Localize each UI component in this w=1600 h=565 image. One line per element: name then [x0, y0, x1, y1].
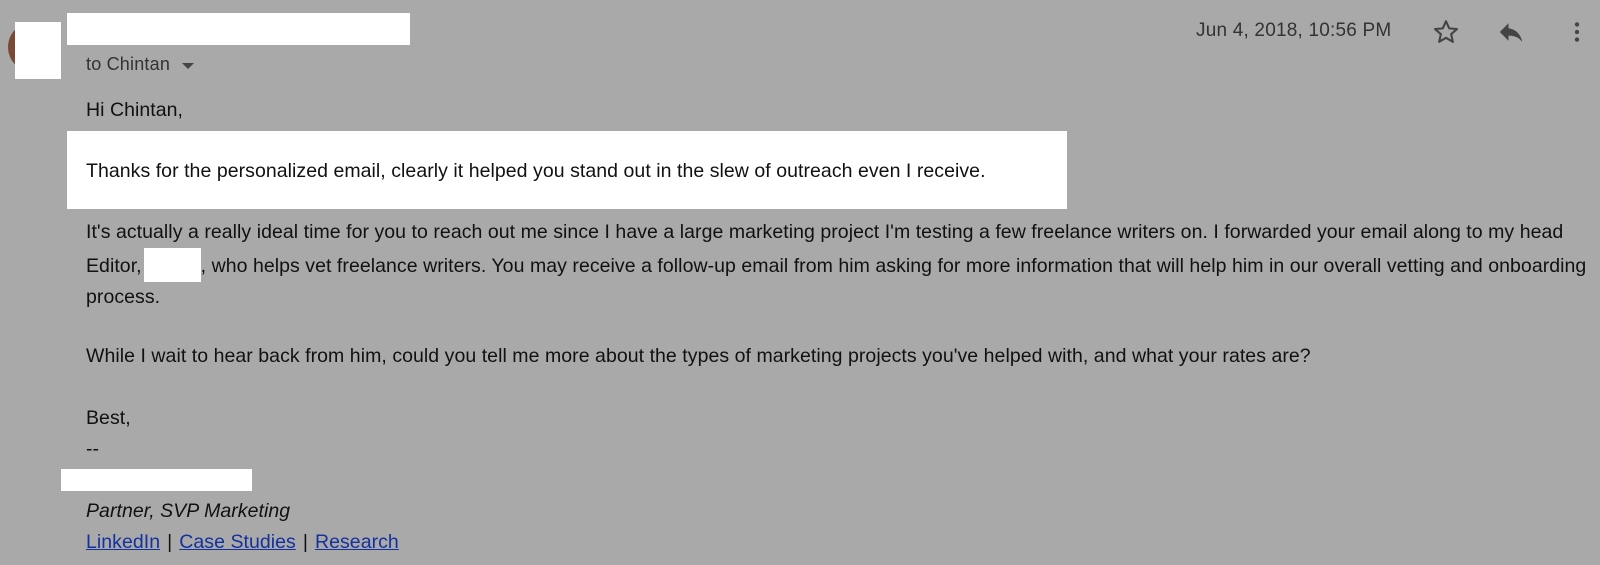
caret-down-icon[interactable] [182, 62, 195, 69]
paragraph-forwarded: It's actually a really ideal time for yo… [86, 217, 1598, 313]
signature-separator: -- [86, 438, 100, 460]
link-separator: | [167, 531, 173, 553]
more-vert-icon[interactable] [1559, 14, 1595, 50]
reply-icon[interactable] [1493, 14, 1529, 50]
linkedin-link[interactable]: LinkedIn [86, 531, 160, 553]
paragraph-question: While I wait to hear back from him, coul… [86, 345, 1311, 367]
signature-links: LinkedIn | Case Studies | Research [86, 527, 399, 558]
email-message: to Chintan Jun 4, 2018, 10:56 PM Hi Chin… [0, 0, 1600, 565]
case-studies-link[interactable]: Case Studies [179, 531, 296, 553]
signature-title: Partner, SVP Marketing [86, 500, 291, 522]
recipient-details-toggle[interactable]: to Chintan [86, 54, 195, 75]
paragraph2-part2: , who helps vet freelance writers. You m… [86, 255, 1587, 308]
link-separator: | [302, 531, 308, 553]
signoff: Best, [86, 407, 131, 429]
research-link[interactable]: Research [315, 531, 399, 553]
avatar-redaction [15, 22, 61, 79]
editor-name-redaction [143, 248, 201, 282]
star-icon[interactable] [1428, 14, 1464, 50]
message-date: Jun 4, 2018, 10:56 PM [1196, 20, 1392, 41]
signature-name-redaction [61, 469, 252, 491]
greeting: Hi Chintan, [86, 99, 184, 121]
sender-name-redaction [67, 13, 410, 45]
highlighted-paragraph: Thanks for the personalized email, clear… [86, 160, 986, 182]
recipient-label: to Chintan [86, 54, 171, 74]
